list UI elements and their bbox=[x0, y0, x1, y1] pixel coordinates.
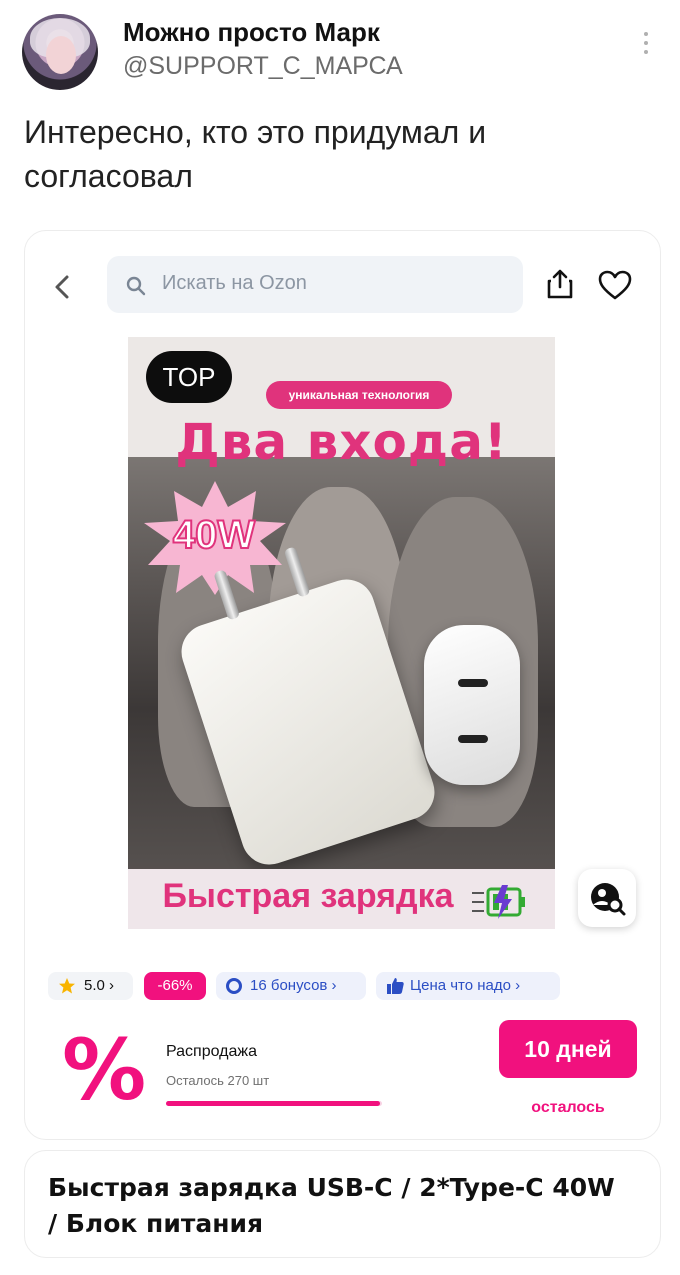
price-note-label: Цена что надо › bbox=[410, 977, 521, 994]
author-handle[interactable]: @SUPPORT_C_МАРСА bbox=[123, 52, 403, 81]
rating-badge[interactable]: 5.0 › bbox=[48, 972, 133, 1000]
sale-progress-fill bbox=[166, 1101, 380, 1106]
rating-value: 5.0 › bbox=[84, 977, 115, 994]
price-note-badge[interactable]: Цена что надо › bbox=[376, 972, 560, 1000]
bonus-label: 16 бонусов › bbox=[250, 977, 337, 994]
star-icon bbox=[59, 978, 75, 994]
visual-search-button[interactable] bbox=[578, 869, 636, 927]
back-arrow-icon[interactable] bbox=[50, 274, 76, 300]
days-left-button[interactable]: 10 дней bbox=[499, 1020, 637, 1078]
tweet-header: Можно просто Марк @SUPPORT_C_МАРСА bbox=[0, 0, 680, 100]
bonus-coin-icon bbox=[226, 978, 242, 994]
headline: Два входа! bbox=[175, 413, 508, 471]
search-icon bbox=[126, 276, 146, 296]
discount-badge: -66% bbox=[144, 972, 206, 1000]
search-input[interactable] bbox=[162, 272, 502, 295]
heart-icon[interactable] bbox=[598, 270, 632, 300]
image-search-icon bbox=[591, 883, 626, 916]
share-icon[interactable] bbox=[545, 268, 575, 300]
thumbs-up-icon bbox=[387, 978, 404, 994]
sale-title: Распродажа bbox=[166, 1043, 257, 1060]
battery-icon bbox=[472, 885, 525, 919]
product-image[interactable]: TOP уникальная технология Два входа! 40W… bbox=[128, 337, 555, 929]
percent-icon: % bbox=[62, 1021, 147, 1119]
top-badge: TOP bbox=[146, 351, 232, 403]
bonus-badge[interactable]: 16 бонусов › bbox=[216, 972, 366, 1000]
tweet-text: Интересно, кто это придумал и согласовал bbox=[24, 114, 487, 194]
charger-small bbox=[424, 625, 520, 785]
avatar[interactable] bbox=[22, 14, 98, 90]
watt-label: 40W bbox=[172, 512, 256, 558]
tech-pill: уникальная технология bbox=[266, 381, 452, 409]
sale-progress-bar bbox=[166, 1101, 382, 1106]
subtitle: Быстрая зарядка bbox=[162, 877, 454, 915]
stock-remaining: Осталось 270 шт bbox=[166, 1073, 270, 1088]
more-options-icon[interactable] bbox=[640, 32, 652, 62]
author-name[interactable]: Можно просто Марк bbox=[123, 17, 380, 48]
product-title: Быстрая зарядка USB-C / 2*Type-C 40W / Б… bbox=[48, 1173, 615, 1238]
days-left-caption: осталось bbox=[531, 1099, 605, 1116]
